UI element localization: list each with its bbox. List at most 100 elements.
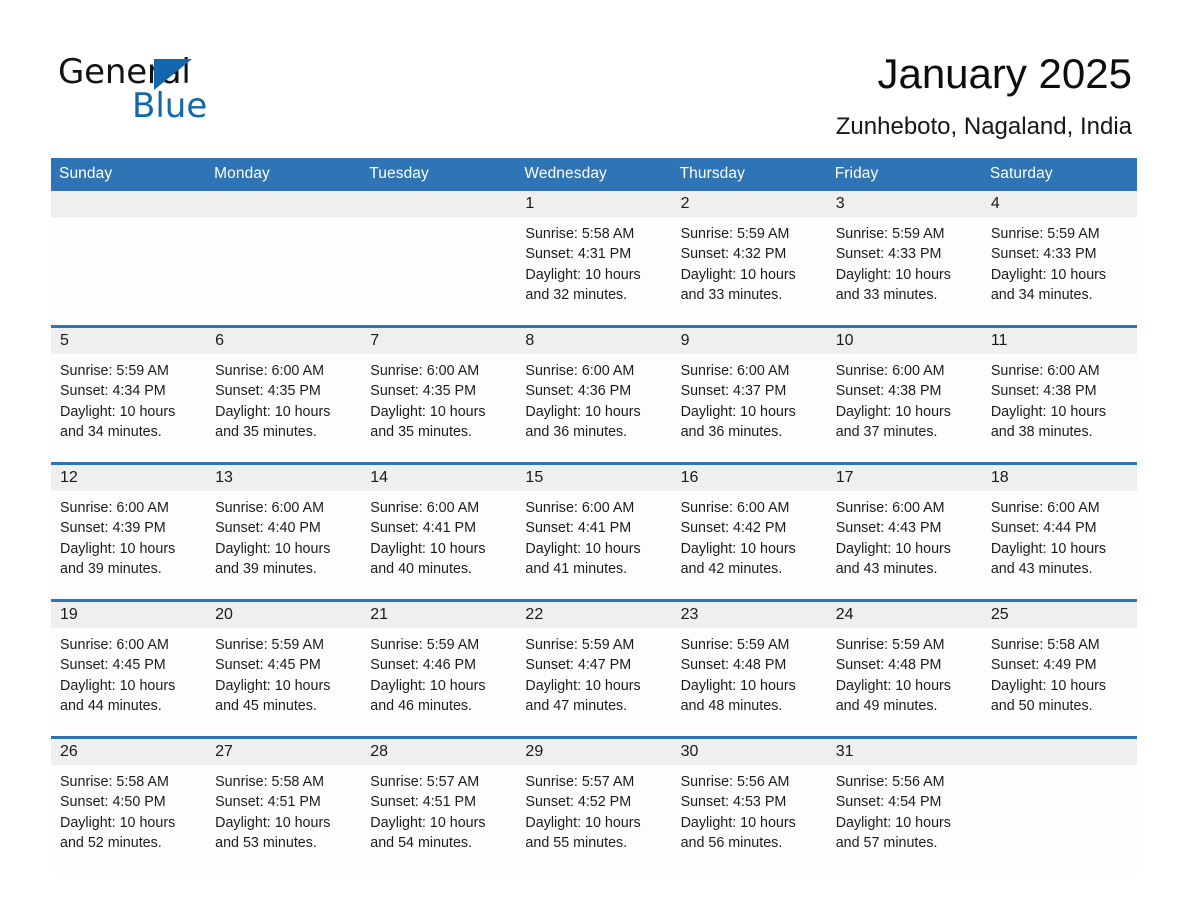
day-cell[interactable]: 6 Sunrise: 6:00 AM Sunset: 4:35 PM Dayli… [206,325,362,464]
sunrise-text: Sunrise: 6:00 AM [525,363,635,379]
sunrise-text: Sunrise: 5:59 AM [835,226,945,242]
day-cell[interactable]: 14 Sunrise: 6:00 AM Sunset: 4:41 PM Dayl… [361,462,517,601]
day-cell[interactable]: 16 Sunrise: 6:00 AM Sunset: 4:42 PM Dayl… [671,462,827,601]
day-cell[interactable]: 19 Sunrise: 6:00 AM Sunset: 4:45 PM Dayl… [51,599,207,738]
sunrise-text: Sunrise: 6:00 AM [60,637,169,653]
day-cell[interactable]: 12 Sunrise: 6:00 AM Sunset: 4:39 PM Dayl… [51,462,207,601]
day-details: Sunrise: 6:00 AM Sunset: 4:35 PM Dayligh… [361,354,516,442]
day-number: 13 [206,465,362,491]
sunset-text: Sunset: 4:44 PM [990,520,1097,537]
day-number: 9 [671,328,827,354]
sunrise-text: Sunrise: 6:00 AM [835,500,945,516]
sunset-text: Sunset: 4:38 PM [990,383,1097,400]
day-cell[interactable]: 10 Sunrise: 6:00 AM Sunset: 4:38 PM Dayl… [826,325,982,464]
daylight-text-line2: and 48 minutes. [680,697,783,714]
daylight-text-line1: Daylight: 10 hours [215,814,331,831]
day-number: 20 [206,602,362,628]
daylight-text-line2: and 53 minutes. [215,834,317,851]
day-cell[interactable]: 27 Sunrise: 5:58 AM Sunset: 4:51 PM Dayl… [206,736,362,873]
day-cell[interactable]: 3 Sunrise: 5:59 AM Sunset: 4:33 PM Dayli… [826,191,982,327]
day-number: 6 [206,328,362,354]
day-cell[interactable]: 8 Sunrise: 6:00 AM Sunset: 4:36 PM Dayli… [516,325,672,464]
sunset-text: Sunset: 4:32 PM [680,246,787,263]
daylight-text-line2: and 32 minutes. [525,286,628,303]
day-cell[interactable]: 20 Sunrise: 5:59 AM Sunset: 4:45 PM Dayl… [206,599,362,738]
day-cell[interactable]: 17 Sunrise: 6:00 AM Sunset: 4:43 PM Dayl… [826,462,982,601]
sunrise-text: Sunrise: 6:00 AM [680,500,790,516]
daylight-text-line2: and 33 minutes. [835,286,938,303]
sunset-text: Sunset: 4:39 PM [60,520,166,537]
daylight-text-line2: and 47 minutes. [525,697,628,714]
day-cell[interactable]: 30 Sunrise: 5:56 AM Sunset: 4:53 PM Dayl… [671,736,827,873]
day-details: Sunrise: 6:00 AM Sunset: 4:41 PM Dayligh… [516,491,671,579]
daylight-text-line2: and 40 minutes. [370,560,473,577]
sunset-text: Sunset: 4:40 PM [215,520,321,537]
day-cell[interactable]: 13 Sunrise: 6:00 AM Sunset: 4:40 PM Dayl… [206,462,362,601]
sunset-text: Sunset: 4:41 PM [525,520,632,537]
day-number: 25 [981,602,1137,628]
day-number: 18 [981,465,1137,491]
sunset-text: Sunset: 4:50 PM [60,794,166,811]
day-cell[interactable]: 11 Sunrise: 6:00 AM Sunset: 4:38 PM Dayl… [981,325,1137,464]
day-cell[interactable]: 5 Sunrise: 5:59 AM Sunset: 4:34 PM Dayli… [51,325,207,464]
daylight-text-line1: Daylight: 10 hours [215,677,331,694]
day-details: Sunrise: 5:58 AM Sunset: 4:31 PM Dayligh… [516,217,671,305]
day-number: 11 [981,328,1137,354]
day-cell [361,191,517,327]
day-cell[interactable]: 29 Sunrise: 5:57 AM Sunset: 4:52 PM Dayl… [516,736,672,873]
day-cell[interactable]: 21 Sunrise: 5:59 AM Sunset: 4:46 PM Dayl… [361,599,517,738]
weekday-header-monday: Monday [206,158,362,191]
sunset-text: Sunset: 4:53 PM [680,794,787,811]
day-cell [206,191,362,327]
day-cell[interactable]: 4 Sunrise: 5:59 AM Sunset: 4:33 PM Dayli… [981,191,1137,327]
daylight-text-line2: and 52 minutes. [60,834,162,851]
day-cell[interactable]: 28 Sunrise: 5:57 AM Sunset: 4:51 PM Dayl… [361,736,517,873]
day-cell[interactable]: 1 Sunrise: 5:58 AM Sunset: 4:31 PM Dayli… [516,191,672,327]
daylight-text-line1: Daylight: 10 hours [60,677,176,694]
sunset-text: Sunset: 4:31 PM [525,246,632,263]
sunset-text: Sunset: 4:45 PM [60,657,166,674]
sunrise-text: Sunrise: 6:00 AM [370,363,480,379]
daylight-text-line1: Daylight: 10 hours [215,403,331,420]
day-details: Sunrise: 5:59 AM Sunset: 4:46 PM Dayligh… [361,628,516,716]
daylight-text-line1: Daylight: 10 hours [525,677,641,694]
day-cell[interactable]: 9 Sunrise: 6:00 AM Sunset: 4:37 PM Dayli… [671,325,827,464]
day-cell[interactable]: 18 Sunrise: 6:00 AM Sunset: 4:44 PM Dayl… [981,462,1137,601]
daylight-text-line2: and 49 minutes. [835,697,938,714]
calendar-week-row: 5 Sunrise: 5:59 AM Sunset: 4:34 PM Dayli… [51,325,1137,464]
day-cell[interactable]: 24 Sunrise: 5:59 AM Sunset: 4:48 PM Dayl… [826,599,982,738]
day-details: Sunrise: 6:00 AM Sunset: 4:42 PM Dayligh… [672,491,827,579]
day-cell[interactable]: 22 Sunrise: 5:59 AM Sunset: 4:47 PM Dayl… [516,599,672,738]
sunset-text: Sunset: 4:34 PM [60,383,166,400]
day-details: Sunrise: 6:00 AM Sunset: 4:41 PM Dayligh… [361,491,516,579]
daylight-text-line2: and 45 minutes. [215,697,317,714]
weekday-header-friday: Friday [826,158,982,191]
day-cell[interactable]: 26 Sunrise: 5:58 AM Sunset: 4:50 PM Dayl… [51,736,207,873]
day-details: Sunrise: 5:59 AM Sunset: 4:33 PM Dayligh… [982,217,1137,305]
day-cell[interactable]: 23 Sunrise: 5:59 AM Sunset: 4:48 PM Dayl… [671,599,827,738]
daylight-text-line1: Daylight: 10 hours [525,540,641,557]
sunset-text: Sunset: 4:33 PM [990,246,1097,263]
day-number: 27 [206,739,362,765]
day-details: Sunrise: 5:58 AM Sunset: 4:49 PM Dayligh… [982,628,1137,716]
daylight-text-line1: Daylight: 10 hours [525,814,641,831]
weekday-header-wednesday: Wednesday [516,158,672,191]
day-cell[interactable]: 7 Sunrise: 6:00 AM Sunset: 4:35 PM Dayli… [361,325,517,464]
sunset-text: Sunset: 4:37 PM [680,383,787,400]
location-subtitle: Zunheboto, Nagaland, India [835,113,1132,140]
sunrise-text: Sunrise: 5:59 AM [680,226,790,242]
sunrise-text: Sunrise: 6:00 AM [370,500,480,516]
day-details: Sunrise: 6:00 AM Sunset: 4:38 PM Dayligh… [982,354,1137,442]
daylight-text-line2: and 50 minutes. [990,697,1093,714]
day-number: 4 [981,191,1137,217]
day-cell[interactable]: 25 Sunrise: 5:58 AM Sunset: 4:49 PM Dayl… [981,599,1137,738]
day-cell[interactable]: 31 Sunrise: 5:56 AM Sunset: 4:54 PM Dayl… [826,736,982,873]
daylight-text-line1: Daylight: 10 hours [60,403,176,420]
day-details: Sunrise: 6:00 AM Sunset: 4:35 PM Dayligh… [206,354,361,442]
day-cell[interactable]: 2 Sunrise: 5:59 AM Sunset: 4:32 PM Dayli… [671,191,827,327]
calendar-week-row: 19 Sunrise: 6:00 AM Sunset: 4:45 PM Dayl… [51,599,1137,738]
day-cell[interactable]: 15 Sunrise: 6:00 AM Sunset: 4:41 PM Dayl… [516,462,672,601]
daylight-text-line1: Daylight: 10 hours [835,677,951,694]
generalblue-logo[interactable]: General Blue [58,52,318,126]
daylight-text-line2: and 35 minutes. [370,423,473,440]
